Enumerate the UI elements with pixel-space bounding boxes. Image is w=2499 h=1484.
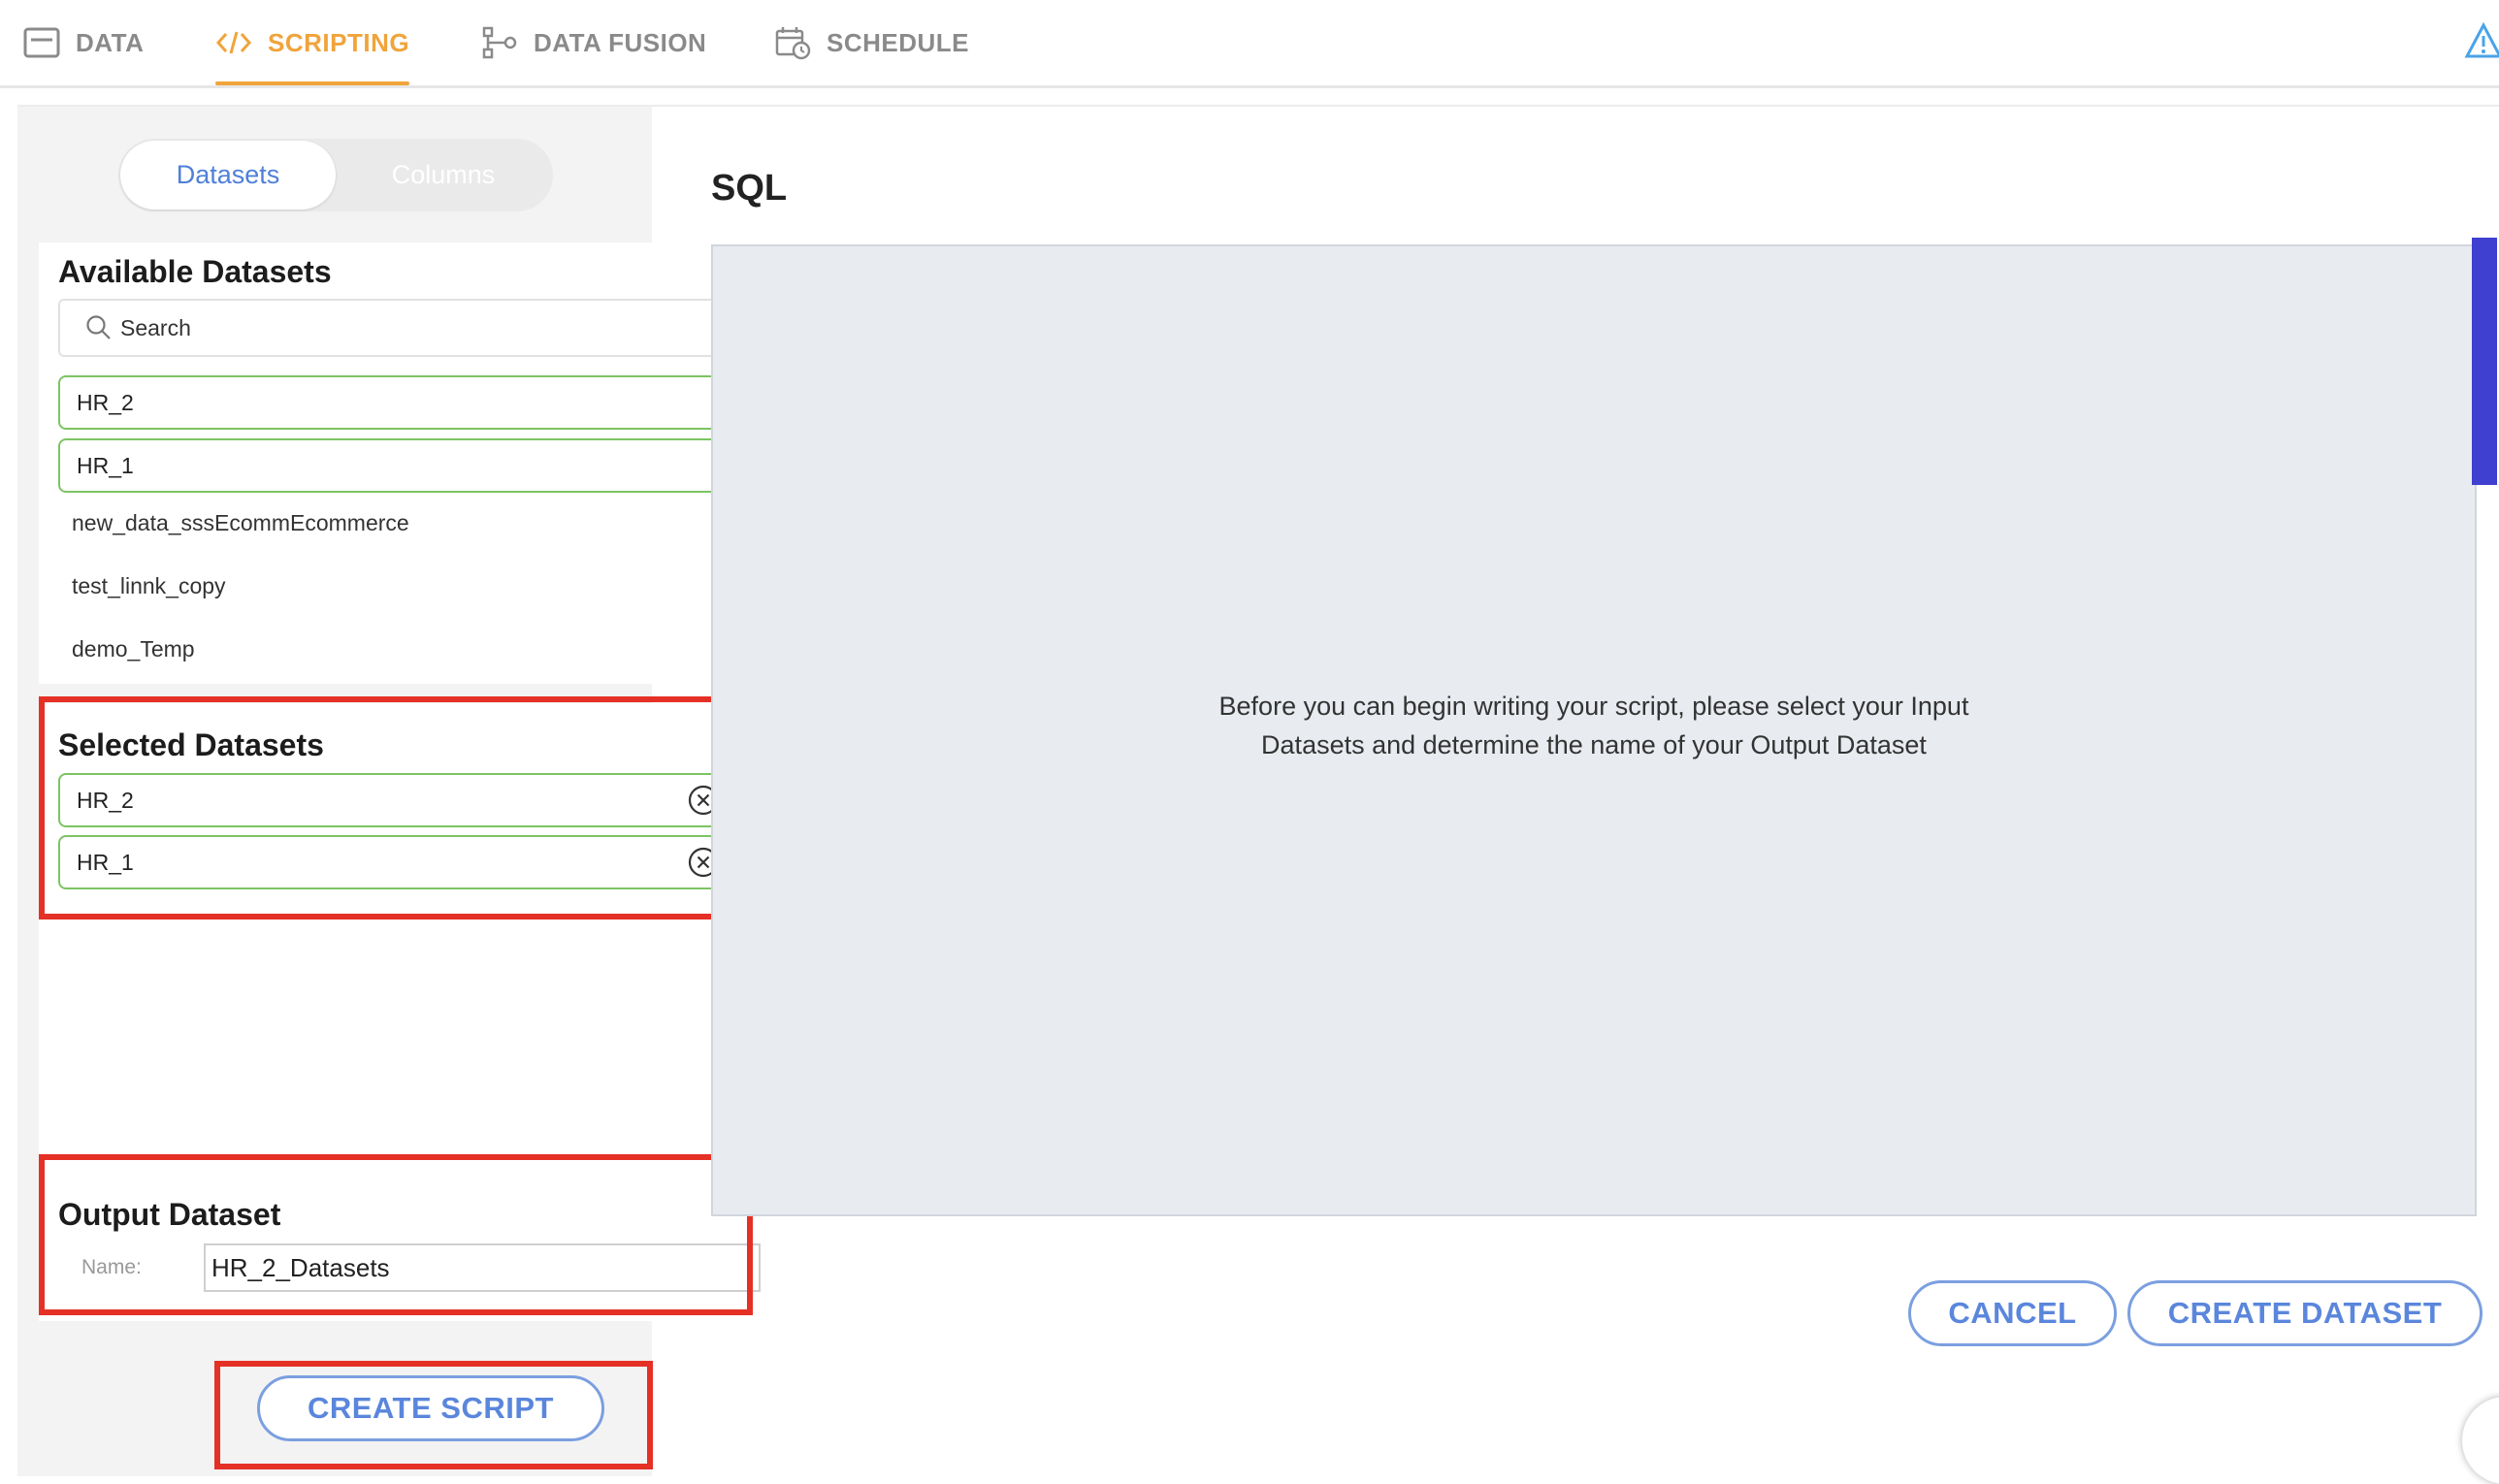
cancel-button[interactable]: CANCEL (1908, 1280, 2117, 1346)
annotation-box (39, 696, 753, 919)
tab-data-fusion-label: DATA FUSION (534, 27, 707, 57)
tab-data-fusion[interactable]: DATA FUSION (481, 0, 706, 85)
search-input[interactable] (118, 313, 704, 342)
available-dataset-item[interactable]: demo_Temp (72, 636, 195, 662)
code-icon (215, 28, 252, 57)
annotation-box (39, 1154, 753, 1315)
tab-scripting-label: SCRIPTING (268, 27, 410, 57)
tab-scripting[interactable]: SCRIPTING (215, 0, 410, 85)
tab-data-label: DATA (76, 27, 145, 57)
available-dataset-item[interactable]: HR_1 (58, 438, 737, 493)
scrollbar[interactable] (2472, 238, 2497, 485)
sql-editor[interactable]: Before you can begin writing your script… (711, 244, 2477, 1216)
table-icon (23, 27, 60, 58)
editor-title: SQL (711, 168, 788, 209)
toggle-datasets[interactable]: Datasets (120, 141, 336, 210)
dataset-search (58, 299, 737, 357)
calendar-clock-icon (774, 25, 811, 60)
toggle-columns[interactable]: Columns (336, 141, 551, 210)
tab-schedule[interactable]: SCHEDULE (774, 0, 969, 85)
warning-icon[interactable] (2464, 21, 2499, 65)
available-dataset-item[interactable]: new_data_sssEcommEcommerce (72, 510, 409, 536)
search-icon (85, 314, 113, 341)
flow-icon (481, 26, 518, 59)
create-dataset-button[interactable]: CREATE DATASET (2127, 1280, 2483, 1346)
editor-empty-message: Before you can begin writing your script… (1218, 692, 1969, 759)
available-dataset-item[interactable]: HR_2 (58, 375, 737, 430)
top-tab-bar: DATA SCRIPTING DATA FUSION SCHEDULE (0, 0, 2499, 88)
annotation-box (214, 1361, 653, 1469)
tab-schedule-label: SCHEDULE (827, 27, 970, 57)
available-dataset-item[interactable]: test_linnk_copy (72, 573, 226, 599)
available-datasets-title: Available Datasets (58, 254, 332, 289)
tab-data[interactable]: DATA (23, 0, 144, 85)
chat-widget[interactable] (2462, 1397, 2499, 1484)
